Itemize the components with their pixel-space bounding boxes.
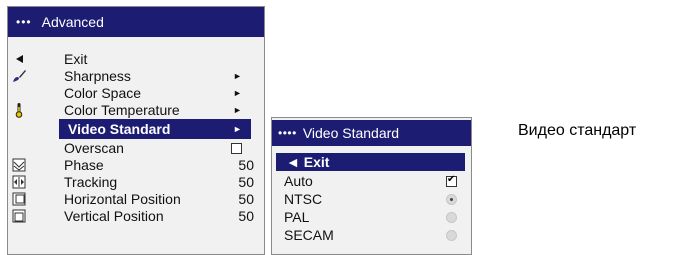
tracking-value: 50 — [238, 174, 254, 190]
video-standard-title-bar: •••• Video Standard — [272, 120, 471, 146]
menu-item-color-temperature[interactable]: Color Temperature ► — [8, 102, 264, 118]
submenu-item-label: PAL — [284, 209, 310, 225]
menu-item-label: Video Standard — [68, 121, 171, 137]
horizontal-position-value: 50 — [238, 191, 254, 207]
video-standard-title: Video Standard — [302, 125, 400, 141]
submenu-arrow-icon: ► — [233, 71, 242, 81]
submenu-item-exit[interactable]: ◄ Exit — [272, 153, 471, 171]
phase-icon — [11, 157, 27, 173]
thermometer-icon — [11, 102, 27, 118]
menu-item-label: Vertical Position — [64, 208, 164, 224]
menu-item-label: Horizontal Position — [64, 191, 181, 207]
menu-item-vertical-position[interactable]: Vertical Position 50 — [8, 208, 264, 224]
ntsc-radio[interactable] — [446, 193, 457, 205]
tracking-icon — [11, 174, 27, 190]
submenu-item-pal[interactable]: PAL — [272, 208, 471, 226]
video-standard-menu: •••• Video Standard ◄ Exit Auto NTSC PAL… — [271, 117, 472, 255]
submenu-item-secam[interactable]: SECAM — [272, 226, 471, 244]
auto-checkbox[interactable] — [446, 174, 457, 187]
video-standard-caption: Видео стандарт — [518, 122, 637, 139]
horizontal-position-icon — [11, 191, 27, 207]
menu-item-phase[interactable]: Phase 50 — [8, 157, 264, 173]
menu-item-label: Overscan — [64, 140, 124, 156]
submenu-arrow-icon: ► — [233, 105, 242, 115]
submenu-item-auto[interactable]: Auto — [272, 172, 471, 190]
menu-level-dots: •••• — [278, 126, 297, 140]
menu-item-label: Sharpness — [64, 68, 131, 84]
advanced-menu: ••• Advanced Exit Sharpness ► Color Spac… — [7, 6, 265, 255]
menu-item-tracking[interactable]: Tracking 50 — [8, 174, 264, 190]
menu-item-label: Phase — [64, 157, 104, 173]
vertical-position-value: 50 — [238, 208, 254, 224]
submenu-arrow-icon: ► — [233, 88, 242, 98]
menu-item-label: Color Space — [64, 85, 142, 101]
submenu-item-label: Auto — [284, 173, 313, 189]
submenu-item-label: NTSC — [284, 191, 323, 207]
menu-item-label: Exit — [64, 51, 88, 67]
submenu-item-label: ◄ Exit — [286, 154, 330, 170]
submenu-item-label: SECAM — [284, 227, 334, 243]
pal-radio[interactable] — [446, 211, 457, 223]
menu-item-label: Color Temperature — [64, 102, 180, 118]
menu-item-color-space[interactable]: Color Space ► — [8, 85, 264, 101]
submenu-item-ntsc[interactable]: NTSC — [272, 190, 471, 208]
menu-item-overscan[interactable]: Overscan — [8, 140, 264, 156]
submenu-arrow-icon: ► — [233, 124, 242, 134]
vertical-position-icon — [11, 208, 27, 224]
advanced-menu-title-bar: ••• Advanced — [8, 7, 264, 37]
menu-item-exit[interactable]: Exit — [8, 51, 264, 67]
menu-item-sharpness[interactable]: Sharpness ► — [8, 68, 264, 84]
brush-icon — [11, 68, 27, 84]
phase-value: 50 — [238, 157, 254, 173]
menu-item-video-standard[interactable]: Video Standard ► — [8, 119, 264, 139]
left-triangle-icon — [11, 51, 27, 67]
menu-item-label: Tracking — [64, 174, 118, 190]
advanced-menu-title: Advanced — [41, 14, 104, 30]
overscan-checkbox[interactable] — [231, 142, 242, 154]
menu-item-horizontal-position[interactable]: Horizontal Position 50 — [8, 191, 264, 207]
secam-radio[interactable] — [446, 229, 457, 241]
menu-level-dots: ••• — [16, 15, 32, 29]
